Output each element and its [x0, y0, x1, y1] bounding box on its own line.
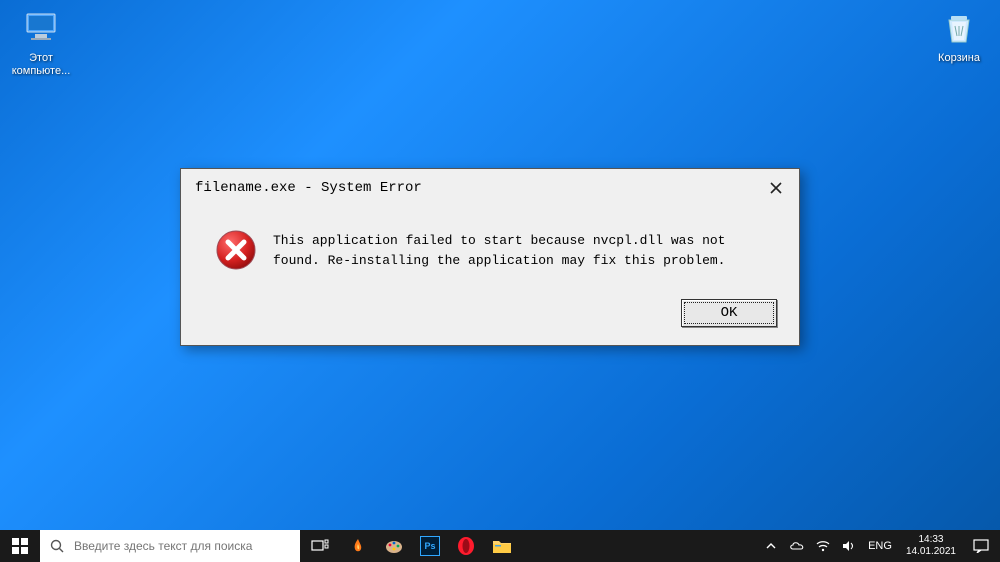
tray-volume[interactable]	[840, 540, 858, 552]
clock-time: 14:33	[906, 534, 956, 546]
task-view-button[interactable]	[300, 530, 340, 562]
close-icon	[769, 181, 783, 195]
notification-icon	[973, 539, 989, 553]
photoshop-icon: Ps	[420, 536, 440, 556]
dialog-title: filename.exe - System Error	[195, 180, 422, 196]
palette-icon	[384, 537, 404, 555]
speaker-icon	[842, 540, 856, 552]
task-view-icon	[311, 539, 329, 553]
taskbar-app-opera[interactable]	[448, 530, 484, 562]
folder-icon	[492, 538, 512, 554]
windows-logo-icon	[12, 538, 28, 554]
taskbar-apps: Ps	[340, 530, 520, 562]
dialog-body: This application failed to start because…	[181, 205, 799, 289]
flame-icon	[349, 537, 367, 555]
wifi-icon	[816, 540, 830, 552]
cloud-icon	[789, 540, 805, 552]
tray-expand-button[interactable]	[762, 541, 780, 551]
close-button[interactable]	[765, 177, 787, 199]
recycle-bin-icon	[939, 8, 979, 48]
system-tray: ENG 14:33 14.01.2021	[762, 530, 1000, 562]
opera-icon	[456, 536, 476, 556]
desktop-icon-computer[interactable]: Этот компьюте...	[6, 8, 76, 78]
ok-button[interactable]: OK	[681, 299, 777, 327]
search-input[interactable]	[74, 539, 290, 553]
desktop-icon-recycle-bin[interactable]: Корзина	[924, 8, 994, 65]
taskbar-app-paint[interactable]	[376, 530, 412, 562]
desktop-icon-label: Этот компьюте...	[6, 52, 76, 78]
taskbar: Ps	[0, 530, 1000, 562]
language-indicator[interactable]: ENG	[866, 540, 894, 552]
desktop: Этот компьюте... Корзина filename.exe - …	[0, 0, 1000, 562]
error-dialog: filename.exe - System Error	[180, 168, 800, 346]
computer-icon	[21, 8, 61, 48]
tray-onedrive[interactable]	[788, 540, 806, 552]
chevron-up-icon	[766, 541, 776, 551]
action-center-button[interactable]	[968, 539, 994, 553]
taskbar-clock[interactable]: 14:33 14.01.2021	[902, 534, 960, 558]
tray-network[interactable]	[814, 540, 832, 552]
taskbar-app-photoshop[interactable]: Ps	[412, 530, 448, 562]
desktop-icon-label: Корзина	[924, 52, 994, 65]
search-icon	[50, 539, 64, 553]
taskbar-app-explorer[interactable]	[484, 530, 520, 562]
taskbar-search[interactable]	[40, 530, 300, 562]
error-icon	[215, 229, 257, 271]
dialog-footer: OK	[181, 289, 799, 345]
dialog-titlebar[interactable]: filename.exe - System Error	[181, 169, 799, 205]
dialog-message: This application failed to start because…	[273, 229, 775, 271]
start-button[interactable]	[0, 530, 40, 562]
taskbar-app-burner[interactable]	[340, 530, 376, 562]
clock-date: 14.01.2021	[906, 546, 956, 558]
